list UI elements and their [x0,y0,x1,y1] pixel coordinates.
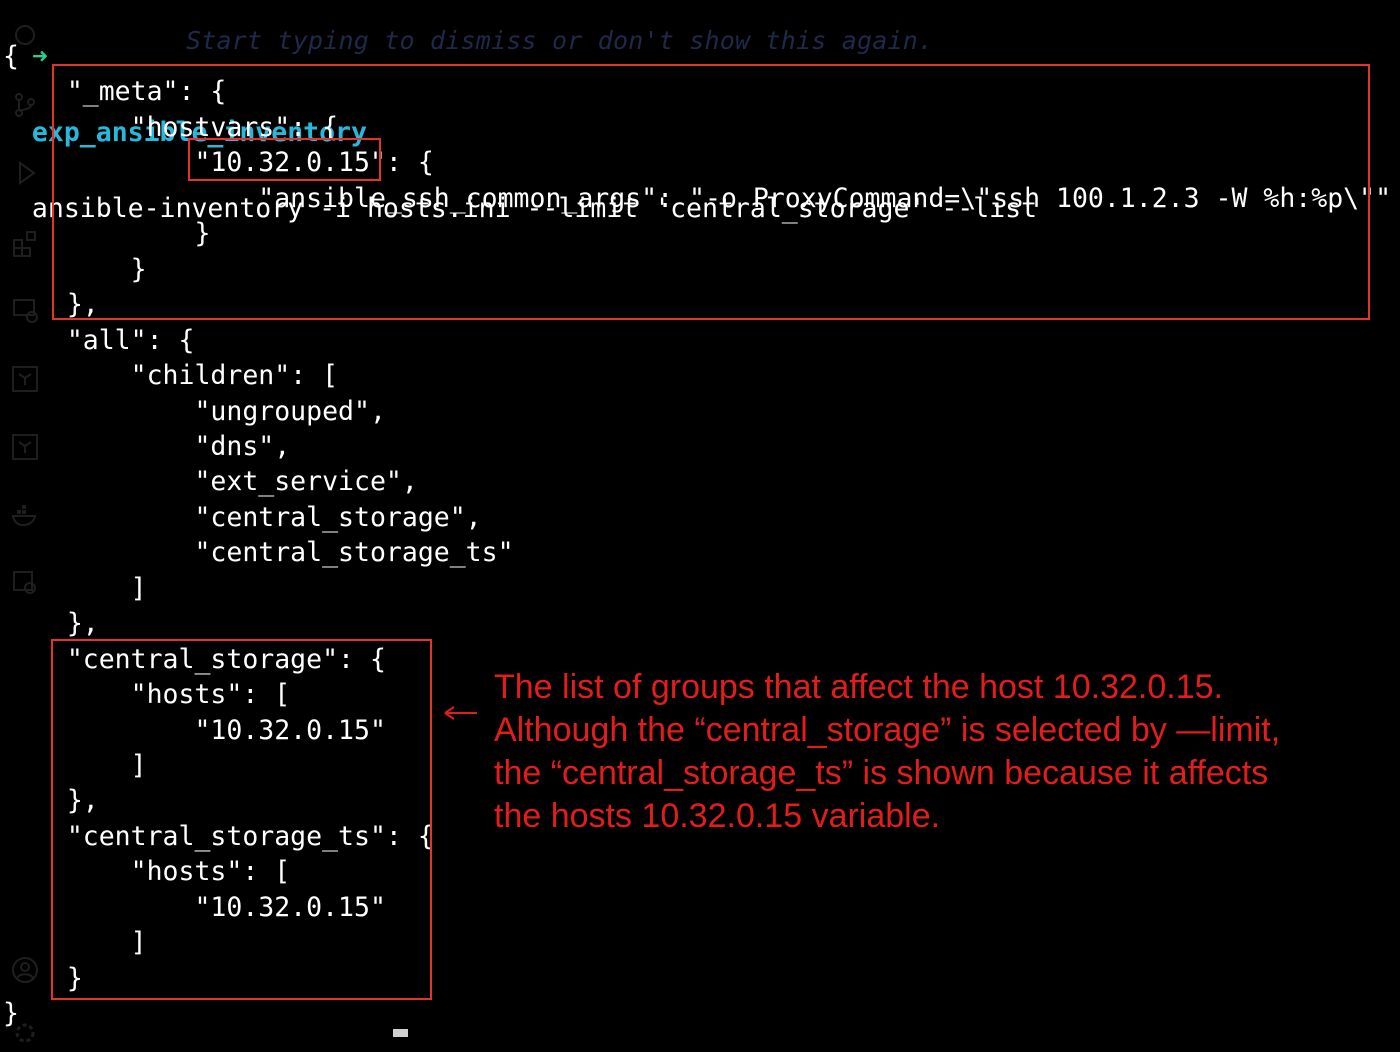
annotation-note: The list of groups that affect the host … [494,666,1384,838]
json-output-line: }, [3,608,99,640]
host-ip-highlight-box [188,138,381,181]
json-output-line: "ext_service", [3,466,418,498]
json-output-line: "children": [ [3,360,339,392]
terminal-cursor [393,1029,408,1037]
annotation-line: The list of groups that affect the host … [494,668,1223,706]
annotation-line: the hosts 10.32.0.15 variable. [494,797,941,835]
annotation-line: Although the “central_storage” is select… [494,711,1281,749]
annotation-arrow-icon [444,706,477,720]
meta-highlight-box [52,64,1370,320]
groups-highlight-box [51,639,432,1000]
json-output-line: "dns", [3,430,291,462]
terminal-prompt: ➜ exp_ansible_inventory ansible-inventor… [0,0,1037,224]
prompt-arrow-icon: ➜ [31,41,48,72]
json-output-line: } [3,998,19,1030]
json-output-line: "central_storage", [3,501,482,533]
json-output-line: ] [3,572,147,604]
json-output-line: "ungrouped", [3,395,386,427]
annotation-line: the “central_storage_ts” is shown becaus… [494,754,1269,792]
json-output-line: "central_storage_ts" [3,537,514,569]
json-output-line: { [3,41,19,72]
json-output-line: "all": { [3,324,195,356]
